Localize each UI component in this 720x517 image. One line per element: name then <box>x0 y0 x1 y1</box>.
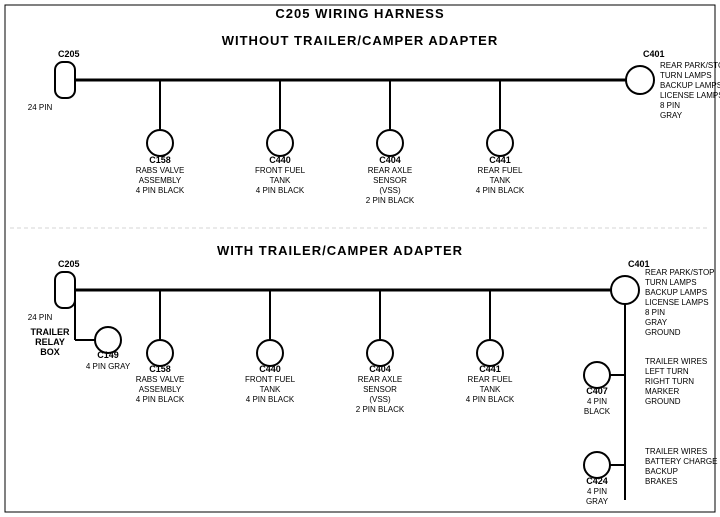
s2-c158-l1: RABS VALVE <box>136 375 185 384</box>
s2-c404-l1: REAR AXLE <box>358 375 402 384</box>
s2-c158-id: C158 <box>149 364 171 374</box>
s2-c401-color: GRAY <box>645 318 668 327</box>
s2-c401-l1: REAR PARK/STOP <box>645 268 715 277</box>
s1-c404-l1: REAR AXLE <box>368 166 412 175</box>
s2-c441-l1: REAR FUEL <box>468 375 513 384</box>
s1-c401-l4: LICENSE LAMPS <box>660 91 720 100</box>
s1-c404-l3: (VSS) <box>379 186 401 195</box>
diagram-container: C205 WIRING HARNESS WITHOUT TRAILER/CAMP… <box>0 0 720 517</box>
s1-c441-id: C441 <box>489 155 511 165</box>
s2-c404-id: C404 <box>369 364 391 374</box>
s1-c158-l1: RABS VALVE <box>136 166 185 175</box>
s2-c440-l2: TANK <box>260 385 281 394</box>
s2-c440-id: C440 <box>259 364 281 374</box>
section1-title: WITHOUT TRAILER/CAMPER ADAPTER <box>222 33 499 48</box>
section2-title: WITH TRAILER/CAMPER ADAPTER <box>217 243 463 258</box>
s2-c407-l4: MARKER <box>645 387 679 396</box>
s1-c404-l4: 2 PIN BLACK <box>366 196 415 205</box>
s2-c401-l3: BACKUP LAMPS <box>645 288 707 297</box>
s2-trailer-relay-label3: BOX <box>40 347 60 357</box>
s2-c401-pins: 8 PIN <box>645 308 665 317</box>
s2-c404-l3: (VSS) <box>369 395 391 404</box>
s2-c407-l5: GROUND <box>645 397 681 406</box>
s2-c407-l2: LEFT TURN <box>645 367 689 376</box>
s2-c407-id: C407 <box>586 386 608 396</box>
s1-c440-l3: 4 PIN BLACK <box>256 186 305 195</box>
s2-c158-l3: 4 PIN BLACK <box>136 395 185 404</box>
s1-c205-label: C205 <box>58 49 80 59</box>
s2-c401-l2: TURN LAMPS <box>645 278 697 287</box>
s1-c158-id: C158 <box>149 155 171 165</box>
s1-c205-pins: 24 PIN <box>28 103 53 112</box>
s2-c424-l1: TRAILER WIRES <box>645 447 707 456</box>
s2-c407-color: BLACK <box>584 407 611 416</box>
s1-c440-l2: TANK <box>270 176 291 185</box>
s2-c424-pins: 4 PIN <box>587 487 607 496</box>
s2-c424-l3: BACKUP <box>645 467 678 476</box>
s1-c404-l2: SENSOR <box>373 176 407 185</box>
s1-c401-l1: REAR PARK/STOP <box>660 61 720 70</box>
s2-c404-l4: 2 PIN BLACK <box>356 405 405 414</box>
s2-c441-l2: TANK <box>480 385 501 394</box>
s2-c149-pins: 4 PIN GRAY <box>86 362 131 371</box>
s1-c401-l2: TURN LAMPS <box>660 71 712 80</box>
s2-c440-l3: 4 PIN BLACK <box>246 395 295 404</box>
s2-c401-l4: LICENSE LAMPS <box>645 298 709 307</box>
s2-c158-l2: ASSEMBLY <box>139 385 182 394</box>
s1-c401-label: C401 <box>643 49 665 59</box>
s2-c407-l3: RIGHT TURN <box>645 377 694 386</box>
s1-c401-pins: 8 PIN <box>660 101 680 110</box>
s2-c205-label: C205 <box>58 259 80 269</box>
s2-c441-id: C441 <box>479 364 501 374</box>
s2-c424-l4: BRAKES <box>645 477 677 486</box>
s2-c440-l1: FRONT FUEL <box>245 375 296 384</box>
s1-c441-l3: 4 PIN BLACK <box>476 186 525 195</box>
s2-c424-color: GRAY <box>586 497 609 506</box>
s2-c205-pins: 24 PIN <box>28 313 53 322</box>
s1-c441-l2: TANK <box>490 176 511 185</box>
s1-c440-id: C440 <box>269 155 291 165</box>
s2-c401-ground: GROUND <box>645 328 681 337</box>
s2-c424-l2: BATTERY CHARGE <box>645 457 717 466</box>
s1-c404-id: C404 <box>379 155 401 165</box>
s2-c441-l3: 4 PIN BLACK <box>466 395 515 404</box>
s1-c441-l1: REAR FUEL <box>478 166 523 175</box>
s1-c440-l1: FRONT FUEL <box>255 166 306 175</box>
s1-c158-l2: ASSEMBLY <box>139 176 182 185</box>
wiring-diagram: WITHOUT TRAILER/CAMPER ADAPTER C205 24 P… <box>0 0 720 517</box>
s1-c158-l3: 4 PIN BLACK <box>136 186 185 195</box>
s2-trailer-relay-label1: TRAILER <box>31 327 70 337</box>
s2-trailer-relay-label2: RELAY <box>35 337 65 347</box>
s2-c424-id: C424 <box>586 476 608 486</box>
s2-c149-id: C149 <box>97 350 119 360</box>
s2-c404-l2: SENSOR <box>363 385 397 394</box>
s2-c407-pins: 4 PIN <box>587 397 607 406</box>
s2-c407-l1: TRAILER WIRES <box>645 357 707 366</box>
s1-c401-color: GRAY <box>660 111 683 120</box>
s1-c401-l3: BACKUP LAMPS <box>660 81 720 90</box>
